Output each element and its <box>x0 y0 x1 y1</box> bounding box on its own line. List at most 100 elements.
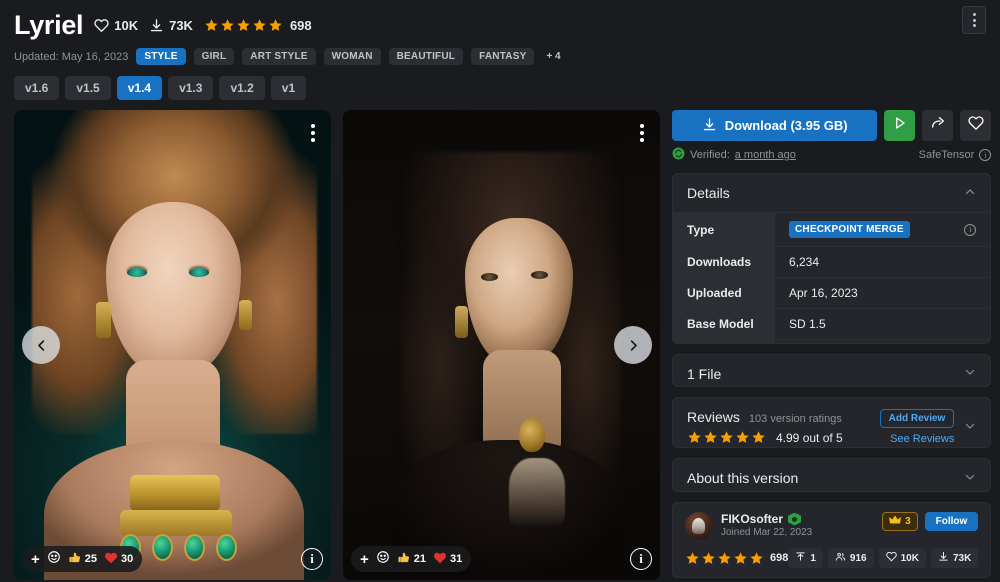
tag-girl[interactable]: GIRL <box>194 48 235 65</box>
table-row: Uploaded Apr 16, 2023 <box>673 278 990 309</box>
star-icon <box>252 18 267 33</box>
tag-beautiful[interactable]: BEAUTIFUL <box>389 48 463 65</box>
creator-identity: FIKOsofter Joined Mar 22, 2023 <box>721 512 812 538</box>
creator-rating-count: 698 <box>770 552 788 564</box>
tag-style[interactable]: STYLE <box>136 48 185 65</box>
info-icon[interactable]: i <box>964 224 976 236</box>
artwork-image <box>14 110 331 580</box>
detail-value-base-model: SD 1.5 <box>775 309 990 340</box>
see-reviews-link[interactable]: See Reviews <box>890 433 954 445</box>
chevron-down-icon[interactable] <box>964 420 976 435</box>
meta-row: Updated: May 16, 2023 STYLE GIRL ART STY… <box>14 47 986 66</box>
favorite-button[interactable] <box>960 110 991 141</box>
verified-label: Verified: <box>690 149 730 161</box>
add-reaction-button[interactable]: + <box>360 552 369 567</box>
version-tab-v12[interactable]: v1.2 <box>219 76 264 100</box>
heart-reaction[interactable]: 31 <box>433 551 462 568</box>
reviews-panel-body: Reviews 103 version ratings 4.9 <box>673 398 990 448</box>
tags-more-button[interactable]: + 4 <box>542 48 564 65</box>
detail-key-type: Type <box>673 213 775 247</box>
image-info-button[interactable]: i <box>301 548 323 570</box>
details-table: Type CHECKPOINT MERGE i Downloads 6,234 <box>673 212 990 344</box>
image-info-button[interactable]: i <box>630 548 652 570</box>
download-icon <box>938 551 949 565</box>
heart-count: 30 <box>121 553 133 565</box>
tag-art-style[interactable]: ART STYLE <box>242 48 315 65</box>
details-panel-header[interactable]: Details <box>673 174 990 212</box>
thumbs-up-reaction[interactable]: 21 <box>397 551 426 568</box>
kebab-dot <box>973 24 976 27</box>
crown-icon <box>889 515 901 528</box>
carousel-next-button[interactable] <box>614 326 652 364</box>
files-panel-header[interactable]: 1 File <box>673 355 990 388</box>
thumbs-up-icon <box>68 551 82 568</box>
creator-stats-row: 698 1 916 <box>685 548 978 568</box>
add-reaction-button[interactable]: + <box>31 552 40 567</box>
version-tab-v14[interactable]: v1.4 <box>117 76 162 100</box>
creator-rating-stars <box>685 551 764 566</box>
kebab-dot <box>640 124 644 128</box>
creator-header: FIKOsofter Joined Mar 22, 2023 3 Follow <box>685 512 978 540</box>
image-menu-button[interactable] <box>634 120 650 146</box>
smiley-icon[interactable] <box>376 550 390 569</box>
reaction-bar[interactable]: + 25 <box>22 546 142 572</box>
downloads-pill: 73K <box>931 548 978 568</box>
table-row: Downloads 6,234 <box>673 247 990 278</box>
verified-time-link[interactable]: a month ago <box>735 149 796 161</box>
chevron-right-icon <box>626 338 641 353</box>
image-footer: + 25 <box>22 546 323 572</box>
likes-value: 10K <box>114 18 138 33</box>
smiley-icon[interactable] <box>47 550 61 569</box>
likes-pill: 10K <box>879 548 926 568</box>
kebab-dot <box>973 19 976 22</box>
creator-name-row: FIKOsofter <box>721 512 812 526</box>
carousel-prev-button[interactable] <box>22 326 60 364</box>
info-icon[interactable]: i <box>979 149 991 161</box>
thumbs-up-reaction[interactable]: 25 <box>68 551 97 568</box>
about-panel-header[interactable]: About this version <box>673 459 990 492</box>
run-model-button[interactable] <box>884 110 915 141</box>
table-row: Base Model SD 1.5 <box>673 309 990 340</box>
detail-value-uploaded: Apr 16, 2023 <box>775 278 990 309</box>
details-panel: Details Type CHECKPOINT MERGE i <box>672 173 991 344</box>
image-footer: + 21 <box>351 546 652 572</box>
upload-icon <box>795 551 806 565</box>
kebab-dot <box>640 138 644 142</box>
share-button[interactable] <box>922 110 953 141</box>
version-tab-v15[interactable]: v1.5 <box>65 76 110 100</box>
kebab-dot <box>311 138 315 142</box>
version-tab-v13[interactable]: v1.3 <box>168 76 213 100</box>
verified-creator-icon <box>788 513 801 526</box>
follow-button[interactable]: Follow <box>925 512 979 531</box>
star-icon <box>735 430 750 445</box>
reviews-score-row: 4.99 out of 5 <box>687 430 870 445</box>
creator-name[interactable]: FIKOsofter <box>721 512 783 526</box>
about-title: About this version <box>687 470 798 486</box>
heart-reaction[interactable]: 30 <box>104 551 133 568</box>
page-menu-button[interactable] <box>962 6 986 34</box>
star-icon <box>717 551 732 566</box>
star-icon <box>236 18 251 33</box>
star-icon <box>685 551 700 566</box>
avatar[interactable] <box>685 512 713 540</box>
reaction-bar[interactable]: + 21 <box>351 546 471 572</box>
download-icon <box>702 117 717 135</box>
detail-key-uploaded: Uploaded <box>673 278 775 309</box>
star-icon <box>220 18 235 33</box>
gallery-image-card[interactable]: + 21 <box>343 110 660 580</box>
version-tab-v1[interactable]: v1 <box>271 76 306 100</box>
downloads-value: 73K <box>169 18 193 33</box>
download-button[interactable]: Download (3.95 GB) <box>672 110 877 141</box>
version-tab-v16[interactable]: v1.6 <box>14 76 59 100</box>
gallery-image-card[interactable]: + 25 <box>14 110 331 580</box>
image-menu-button[interactable] <box>305 120 321 146</box>
tag-woman[interactable]: WOMAN <box>324 48 381 65</box>
tag-fantasy[interactable]: FANTASY <box>471 48 534 65</box>
type-badge: CHECKPOINT MERGE <box>789 221 910 238</box>
page-title: Lyriel <box>14 12 83 39</box>
heart-icon <box>968 115 984 136</box>
add-review-button[interactable]: Add Review <box>880 409 955 428</box>
downloads-stat: 73K <box>149 18 193 33</box>
heart-icon <box>433 551 447 568</box>
likes-stat: 10K <box>94 18 138 33</box>
